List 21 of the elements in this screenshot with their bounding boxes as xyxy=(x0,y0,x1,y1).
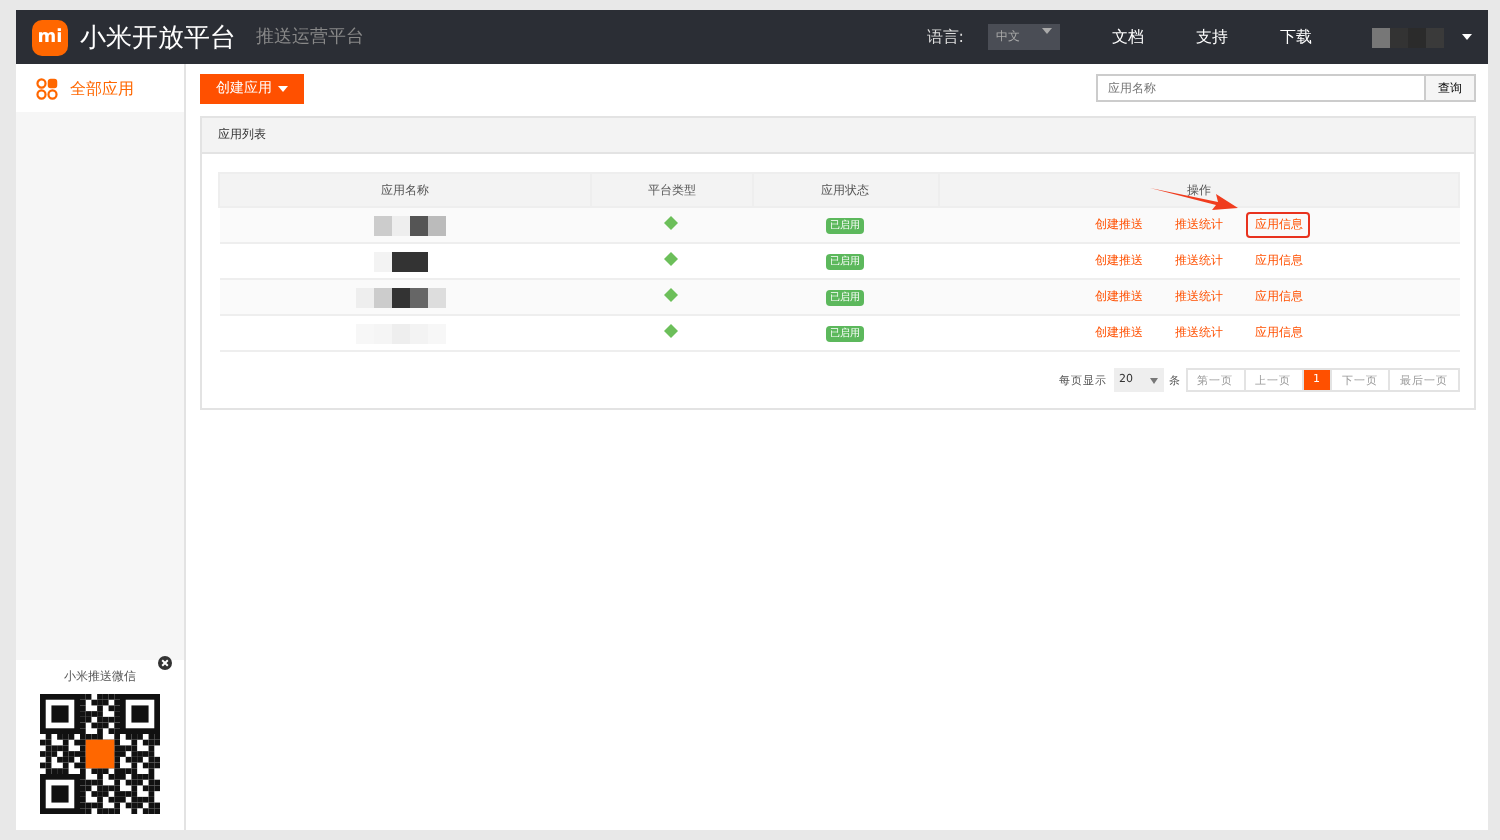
caret-icon xyxy=(1149,377,1157,383)
android-icon xyxy=(664,324,679,338)
android-icon xyxy=(664,252,679,266)
annotation-arrow xyxy=(1150,184,1239,212)
nav-link[interactable]: 文档 xyxy=(1112,26,1144,48)
caret-icon[interactable] xyxy=(1462,33,1472,41)
avatar-drawing[interactable] xyxy=(1372,27,1444,47)
logo[interactable]: mi xyxy=(32,19,68,55)
android-icon xyxy=(664,288,679,302)
sidebar-item[interactable]: 全部应用 xyxy=(16,64,184,112)
language-label: 语言: xyxy=(926,26,964,48)
platform-title: 小米开放平台 xyxy=(80,21,236,55)
qr-code-drawing xyxy=(40,694,160,814)
nav-link[interactable]: 支持 xyxy=(1196,26,1228,48)
nav-link[interactable]: 下载 xyxy=(1280,26,1312,48)
caret-icon xyxy=(278,85,288,91)
close-icon[interactable] xyxy=(158,656,172,670)
android-icon xyxy=(664,216,679,230)
apps-icon xyxy=(36,77,58,99)
caret-icon xyxy=(1042,28,1052,36)
platform-subtitle: 推送运营平台 xyxy=(256,25,364,50)
